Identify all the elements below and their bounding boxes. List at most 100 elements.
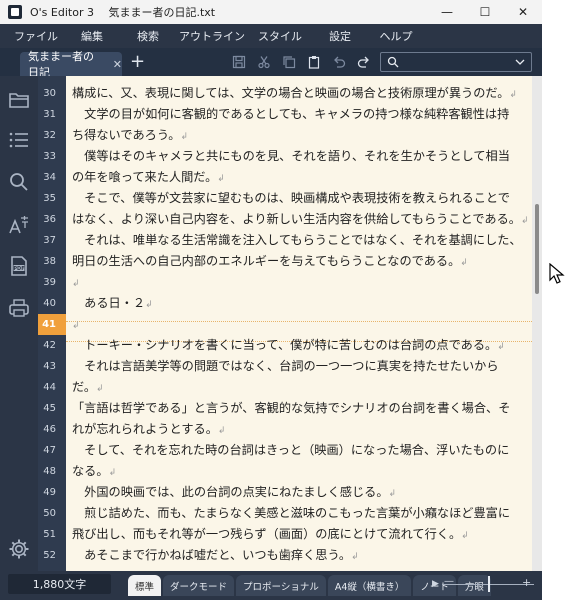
line-text: あそこまで行かねば嘘だと、いつも歯痒く思う。 — [72, 548, 352, 562]
style-tab[interactable]: ダークモード — [163, 575, 235, 596]
line-text: なる。 — [72, 464, 109, 478]
text-style-button[interactable] — [7, 213, 31, 237]
settings-button[interactable] — [7, 537, 31, 561]
save-button[interactable] — [226, 54, 251, 70]
line-number: 42 — [43, 340, 56, 351]
line-number: 41 — [38, 314, 66, 335]
return-mark-icon: ↲ — [72, 279, 80, 289]
search-box[interactable] — [380, 52, 532, 72]
chevron-down-icon[interactable] — [515, 57, 525, 67]
style-tab[interactable]: プロポーショナル — [236, 575, 326, 596]
line-number: 46 — [43, 424, 56, 435]
style-tab[interactable]: A4縦（横書き） — [327, 575, 412, 596]
text-line[interactable]: ↲ — [72, 314, 530, 335]
redo-button[interactable] — [351, 54, 376, 70]
return-mark-icon: ↲ — [461, 531, 469, 541]
menu-help[interactable]: ヘルプ — [368, 28, 424, 44]
text-line[interactable]: なる。↲ — [72, 461, 530, 482]
text-line[interactable]: 煎じ詰めた、而も、たまらなく美感と滋味のこもった言葉が小癪なほど豊富に — [72, 503, 530, 524]
text-line[interactable]: の年を喰って来た人間だ。↲ — [72, 167, 530, 188]
zoom-out-button[interactable]: — — [444, 576, 454, 587]
text-line[interactable]: あそこまで行かねば嘘だと、いつも歯痒く思う。↲ — [72, 545, 530, 566]
return-mark-icon: ↲ — [72, 321, 80, 331]
close-button[interactable]: ✕ — [504, 0, 542, 24]
document-tab[interactable]: 気ままー者の日記 ✕ — [20, 50, 122, 79]
text-line[interactable]: 構成に、又、表現に関しては、文学の場合と映画の場合と技術原理が異うのだ。↲ — [72, 83, 530, 104]
line-number: 50 — [43, 508, 56, 519]
editor-window: O's Editor 3 気ままー者の日記.txt — ☐ ✕ ファイル 編集 … — [0, 0, 542, 600]
search-input[interactable] — [403, 56, 513, 68]
text-line[interactable]: そして、それを忘れた時の台詞はきっと（映画）になった場合、浮いたものに — [72, 440, 530, 461]
line-text: 飛び出し、而もそれ等が一つ残らず（画面）の底にとけて流れて行く。 — [72, 527, 462, 541]
status-bar: 1,880文字 標準 ダークモード プロポーショナル A4縦（横書き） ノート 方眼 ▶ … — [0, 571, 542, 600]
line-number: 44 — [43, 382, 56, 393]
outline-button[interactable] — [7, 128, 31, 152]
minimize-button[interactable]: — — [428, 0, 466, 24]
line-text: 外国の映画では、此の台詞の点実にねたましく感じる。 — [72, 485, 389, 499]
print-button[interactable] — [7, 296, 31, 320]
return-mark-icon: ↲ — [460, 258, 468, 268]
text-editor[interactable]: 構成に、又、表現に関しては、文学の場合と映画の場合と技術原理が異うのだ。↲ 文学… — [66, 76, 532, 571]
folder-icon — [9, 93, 29, 108]
text-line[interactable]: それは言語美学等の問題ではなく、台詞の一つ一つに真実を持たせたいから — [72, 356, 530, 377]
scrollbar-thumb[interactable] — [535, 204, 539, 294]
mouse-pointer-icon — [549, 263, 565, 284]
style-tab[interactable]: 標準 — [128, 575, 162, 596]
paste-icon — [308, 56, 319, 69]
text-line[interactable]: 僕等はそのキャメラと共にものを見、それを語り、それを生かそうとして相当 — [72, 146, 530, 167]
vertical-scrollbar[interactable] — [532, 76, 542, 571]
menu-edit[interactable]: 編集 — [64, 28, 120, 44]
text-line[interactable]: そこで、僕等が文芸家に望むものは、映画構成や表現技術を教えられることで — [72, 188, 530, 209]
line-number: 47 — [43, 445, 56, 456]
line-text: 僕等はそのキャメラと共にものを見、それを語り、それを生かそうとして相当 — [72, 149, 510, 163]
new-tab-button[interactable]: + — [130, 52, 145, 72]
menu-settings[interactable]: 設定 — [312, 28, 368, 44]
undo-button[interactable] — [326, 54, 351, 70]
text-line[interactable]: ↲ — [72, 272, 530, 293]
title-bar[interactable]: O's Editor 3 気ままー者の日記.txt — ☐ ✕ — [0, 0, 542, 24]
copy-icon — [282, 56, 295, 69]
return-mark-icon: ↲ — [351, 552, 359, 562]
open-file-button[interactable] — [7, 88, 31, 112]
text-style-icon — [9, 216, 28, 234]
text-line[interactable]: れが忘れられようとする。↲ — [72, 419, 530, 440]
text-line[interactable]: はなく、より深い自己内容を、より新しい生活内容を供給してもらうことである。↲ — [72, 209, 530, 230]
style-tabs-scroll-right-icon[interactable]: ▶ — [432, 579, 439, 589]
return-mark-icon: ↲ — [108, 468, 117, 478]
text-line[interactable]: 外国の映画では、此の台詞の点実にねたましく感じる。↲ — [72, 482, 530, 503]
cut-button[interactable] — [251, 54, 276, 70]
style-tab[interactable]: 方眼 — [457, 575, 491, 596]
tab-toolbar: 気ままー者の日記 ✕ + — [0, 48, 542, 79]
maximize-button[interactable]: ☐ — [466, 0, 504, 24]
text-line[interactable]: ある日・２↲ — [72, 293, 530, 314]
tab-close-icon[interactable]: ✕ — [113, 58, 122, 71]
text-line[interactable]: それは、唯単なる生活常識を注入してもらうことではなく、それを基調にした、 — [72, 230, 530, 251]
redo-icon — [357, 56, 369, 68]
menu-file[interactable]: ファイル — [8, 28, 64, 44]
menu-search[interactable]: 検索 — [120, 28, 176, 44]
zoom-slider-knob[interactable] — [488, 576, 490, 592]
line-number: 33 — [43, 151, 56, 162]
menu-bar: ファイル 編集 検索 アウトライン スタイル 設定 ヘルプ — [0, 24, 542, 48]
line-number: 34 — [43, 172, 56, 183]
paste-button[interactable] — [301, 54, 326, 70]
line-number: 45 — [43, 403, 56, 414]
menu-outline[interactable]: アウトライン — [176, 28, 248, 44]
text-line[interactable]: ち得ないであろう。↲ — [72, 125, 530, 146]
text-line[interactable]: だ。↲ — [72, 377, 530, 398]
app-icon — [8, 5, 22, 19]
text-line[interactable]: トーキー・シナリオを書くに当って、僕が特に苦しむのは台詞の点である。↲ — [72, 335, 530, 356]
text-line[interactable]: 飛び出し、而もそれ等が一つ残らず（画面）の底にとけて流れて行く。↲ — [72, 524, 530, 545]
menu-style[interactable]: スタイル — [248, 28, 312, 44]
search-panel-button[interactable] — [7, 170, 31, 194]
line-number: 40 — [43, 298, 56, 309]
text-line[interactable]: 「言語は哲学である」と言うが、客観的な気持でシナリオの台詞を書く場合、そ — [72, 398, 530, 419]
text-line[interactable]: 明日の生活への自己内部のエネルギーを与えてもらうことなのである。↲ — [72, 251, 530, 272]
return-mark-icon: ↲ — [509, 90, 517, 100]
zoom-in-button[interactable]: + — [522, 576, 531, 589]
text-line[interactable]: 文学の目が如何に客観的であるとしても、キャメラの持つ様な純粋客観性は持 — [72, 104, 530, 125]
export-pdf-button[interactable]: PDF — [7, 254, 31, 278]
return-mark-icon: ↲ — [497, 342, 505, 352]
window-title: O's Editor 3 気ままー者の日記.txt — [30, 6, 216, 19]
copy-button[interactable] — [276, 54, 301, 70]
